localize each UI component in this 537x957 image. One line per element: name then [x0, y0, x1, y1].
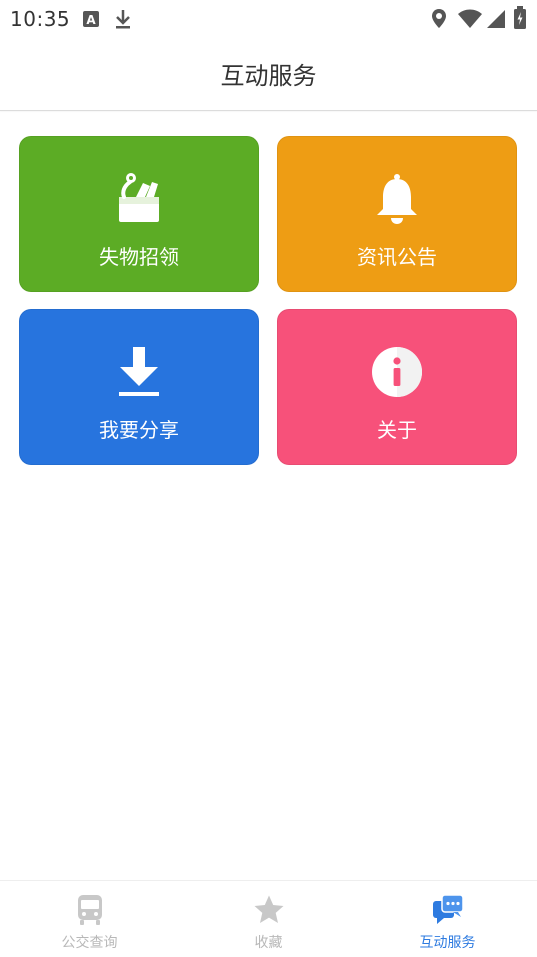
lost-found-label: 失物招领 — [99, 245, 179, 269]
share-label: 我要分享 — [99, 418, 179, 442]
nav-bus-query-label: 公交查询 — [61, 935, 118, 951]
signal-icon — [486, 9, 506, 33]
status-time: 10:35 — [10, 7, 71, 31]
about-label: 关于 — [377, 418, 417, 442]
page-title: 互动服务 — [220, 62, 317, 90]
star-icon — [179, 893, 358, 927]
app-header: 互动服务 — [0, 38, 537, 111]
text-a-icon: A — [82, 10, 100, 32]
bus-icon — [0, 893, 179, 927]
bottom-nav: 公交查询 收藏 互动服务 — [0, 880, 537, 957]
lost-found-icon — [20, 171, 258, 227]
share-tile[interactable]: 我要分享 — [19, 309, 259, 465]
wifi-icon — [457, 9, 483, 33]
status-bar: 10:35 A — [0, 0, 537, 38]
info-icon — [278, 344, 516, 400]
nav-favorites[interactable]: 收藏 — [179, 881, 358, 957]
battery-icon — [513, 6, 527, 34]
nav-favorites-label: 收藏 — [254, 935, 283, 951]
nav-interactive-service[interactable]: 互动服务 — [358, 881, 537, 957]
lost-found-tile[interactable]: 失物招领 — [19, 136, 259, 292]
nav-bus-query[interactable]: 公交查询 — [0, 881, 179, 957]
svg-text:A: A — [86, 13, 96, 27]
news-announcement-label: 资讯公告 — [357, 245, 437, 269]
download-share-icon — [20, 344, 258, 400]
about-tile[interactable]: 关于 — [277, 309, 517, 465]
bell-icon — [278, 171, 516, 227]
download-icon — [114, 8, 132, 34]
news-announcement-tile[interactable]: 资讯公告 — [277, 136, 517, 292]
chat-icon — [358, 893, 537, 927]
location-icon — [430, 8, 448, 34]
nav-interactive-service-label: 互动服务 — [419, 935, 476, 951]
